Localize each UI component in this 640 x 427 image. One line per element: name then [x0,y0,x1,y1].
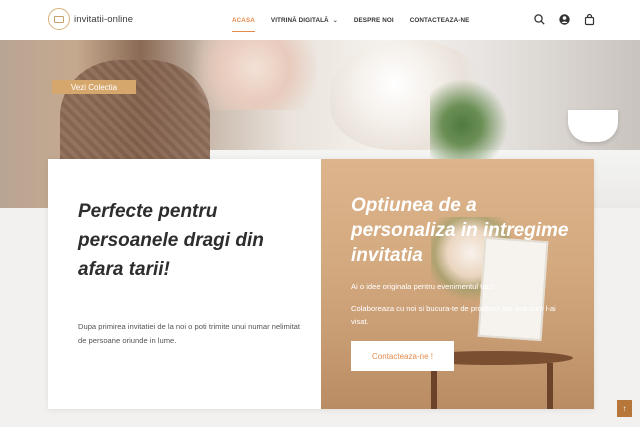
logo-badge-icon [48,8,70,30]
contact-button[interactable]: Contacteaza-ne ! [351,341,454,371]
header-icons [533,13,596,26]
nav-item-vitrina-digitala[interactable]: VITRINĂ DIGITALĂ ⌄ [271,0,338,40]
feature-card: Perfecte pentru persoanele dragi din afa… [48,159,594,409]
feature-card-left: Perfecte pentru persoanele dragi din afa… [48,159,321,409]
floral-image [180,40,330,110]
teacup-image [568,110,618,142]
leaves-image [430,80,510,170]
view-collection-button[interactable]: Vezi Colectia [52,80,136,94]
logo-text: invitatii-online [74,13,134,25]
arrow-up-icon: ↑ [622,404,627,413]
customization-title: Optiunea de a personaliza in intregime i… [351,195,569,266]
chevron-down-icon: ⌄ [332,17,338,24]
site-header: invitatii-online ACASA VITRINĂ DIGITALĂ ⌄… [0,0,640,40]
main-nav: ACASA VITRINĂ DIGITALĂ ⌄ DESPRE NOI CONTA… [232,0,469,40]
user-icon[interactable] [558,13,571,26]
stool-leg [547,363,553,409]
customization-question: Ai o idee originala pentru evenimentul t… [351,282,495,291]
search-icon[interactable] [533,13,546,26]
nav-item-contacteaza-ne[interactable]: CONTACTEAZA-NE [410,0,470,40]
nav-item-acasa[interactable]: ACASA [232,0,255,40]
feature-title: Perfecte pentru persoanele dragi din afa… [78,201,264,280]
scroll-to-top-button[interactable]: ↑ [617,400,632,417]
nav-item-despre-noi[interactable]: DESPRE NOI [354,0,394,40]
cart-icon[interactable] [583,13,596,26]
logo[interactable]: invitatii-online [48,8,133,30]
page: invitatii-online ACASA VITRINĂ DIGITALĂ ⌄… [0,0,640,427]
feature-card-right: Optiunea de a personaliza in intregime i… [321,159,594,409]
feature-body: Dupa primirea invitatiei de la noi o pot… [78,322,301,345]
customization-body: Colaboreaza cu noi si bucura-te de produ… [351,304,556,326]
